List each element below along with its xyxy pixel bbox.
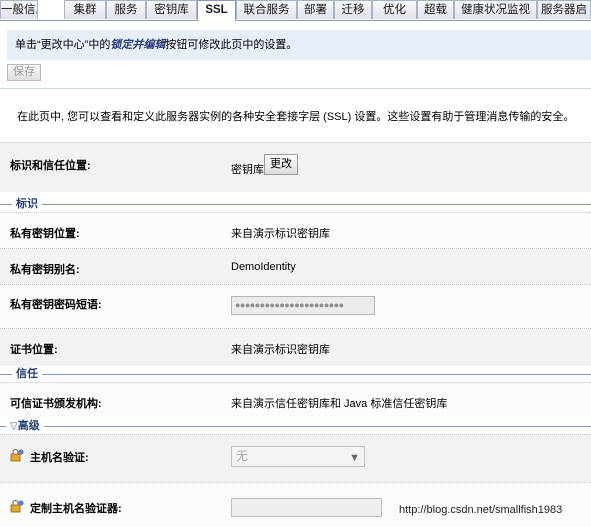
tab-general[interactable]: 一般信息 bbox=[0, 0, 38, 19]
info-message: 单击“更改中心”中的锁定并编辑按钮可修改此页中的设置。 bbox=[7, 30, 591, 60]
config-lock-icon bbox=[10, 499, 24, 513]
private-key-passphrase-label: 私有密钥密码短语: bbox=[10, 299, 102, 311]
tab-overload[interactable]: 超载 bbox=[417, 0, 454, 19]
trusted-ca-label: 可信证书颁发机构: bbox=[10, 398, 102, 410]
divider bbox=[0, 88, 591, 89]
tab-migration[interactable]: 迁移 bbox=[334, 0, 372, 19]
tab-tuning[interactable]: 优化 bbox=[372, 0, 417, 19]
tab-cluster[interactable]: 集群 bbox=[64, 0, 106, 19]
tab-deployment[interactable]: 部署 bbox=[297, 0, 334, 19]
identity-trust-label: 标识和信任位置: bbox=[10, 160, 91, 172]
section-identity-title: 标识 bbox=[12, 197, 42, 211]
certificate-location-row: 证书位置: 来自演示标识密钥库 bbox=[0, 328, 591, 366]
trusted-ca-row: 可信证书颁发机构: 来自演示信任密钥库和 Java 标准信任密钥库 bbox=[0, 382, 591, 418]
private-key-location-label: 私有密钥位置: bbox=[10, 228, 80, 240]
page-description: 在此页中, 您可以查看和定义此服务器实例的各种安全套接字层 (SSL) 设置。这… bbox=[17, 111, 575, 123]
hostname-verification-select[interactable]: 无 ▼ bbox=[231, 446, 365, 467]
tab-services[interactable]: 服务 bbox=[106, 0, 146, 19]
section-identity: 标识 bbox=[0, 197, 591, 211]
save-button[interactable]: 保存 bbox=[7, 64, 41, 81]
info-emphasis: 锁定并编辑 bbox=[110, 39, 166, 51]
section-trust-title: 信任 bbox=[12, 367, 42, 381]
section-advanced[interactable]: ▽高级 bbox=[0, 419, 591, 434]
change-button[interactable]: 更改 bbox=[264, 154, 298, 175]
triangle-down-icon: ▽ bbox=[10, 421, 18, 432]
private-key-location-value: 来自演示标识密钥库 bbox=[231, 228, 330, 240]
hostname-verification-label: 主机名验证: bbox=[30, 452, 89, 464]
tab-health-monitoring[interactable]: 健康状况监视 bbox=[454, 0, 537, 19]
private-key-alias-row: 私有密钥别名: DemoIdentity bbox=[0, 248, 591, 284]
custom-verifier-input[interactable] bbox=[231, 498, 382, 517]
section-trust: 信任 bbox=[0, 367, 591, 381]
tab-federation[interactable]: 联合服务 bbox=[236, 0, 297, 19]
hostname-verification-value: 无 bbox=[236, 449, 249, 463]
identity-trust-value: 密钥库 bbox=[231, 164, 264, 176]
tab-bar: 一般信息 集群 服务 密钥库 SSL 联合服务 部署 迁移 优化 超载 健康状况… bbox=[0, 0, 591, 21]
info-suffix: 按钮可修改此页中的设置。 bbox=[165, 39, 298, 51]
chevron-down-icon: ▼ bbox=[349, 452, 360, 464]
info-prefix: 单击“更改中心”中的 bbox=[15, 39, 111, 51]
passphrase-field[interactable]: ●●●●●●●●●●●●●●●●●●●●●● bbox=[231, 296, 375, 315]
private-key-alias-label: 私有密钥别名: bbox=[10, 264, 80, 276]
certificate-location-label: 证书位置: bbox=[10, 344, 58, 356]
private-key-location-row: 私有密钥位置: 来自演示标识密钥库 bbox=[0, 212, 591, 248]
certificate-location-value: 来自演示标识密钥库 bbox=[231, 344, 330, 356]
tab-keystores[interactable]: 密钥库 bbox=[146, 0, 197, 19]
custom-verifier-label: 定制主机名验证器: bbox=[30, 503, 122, 515]
watermark-text: http://blog.csdn.net/smallfish1983 bbox=[399, 504, 563, 516]
config-lock-icon bbox=[10, 448, 24, 462]
section-advanced-title[interactable]: ▽高级 bbox=[6, 419, 44, 434]
trusted-ca-value: 来自演示信任密钥库和 Java 标准信任密钥库 bbox=[231, 398, 448, 410]
tab-server-start[interactable]: 服务器启 bbox=[537, 0, 591, 19]
tab-ssl[interactable]: SSL bbox=[197, 0, 236, 21]
private-key-alias-value: DemoIdentity bbox=[231, 261, 296, 273]
